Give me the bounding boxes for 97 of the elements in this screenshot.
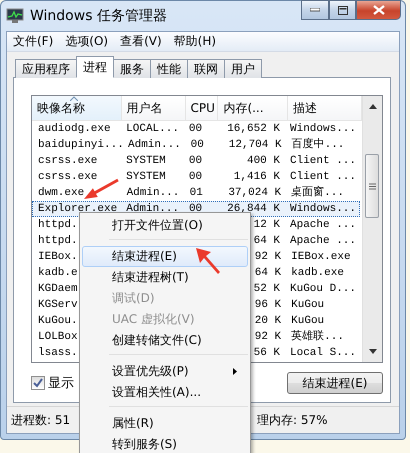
table-cell: Explorer.exe xyxy=(38,203,118,215)
status-text: 理内存: 57% xyxy=(257,412,329,428)
table-cell: SYSTEM xyxy=(126,171,166,183)
column-header[interactable]: CPU xyxy=(186,96,218,120)
scroll-down-icon[interactable] xyxy=(368,349,376,354)
table-cell: 00 xyxy=(188,171,202,183)
table-cell: audiodg.exe xyxy=(38,123,111,135)
menu-item[interactable]: 查看(V) xyxy=(120,33,162,50)
table-cell: Windows... xyxy=(290,203,356,215)
checkbox[interactable] xyxy=(31,376,45,390)
maximize-icon xyxy=(338,6,348,14)
table-cell: dwm.exe xyxy=(38,187,84,199)
menu-item[interactable]: 打开文件位置(O) xyxy=(82,215,248,236)
table-cell: 56 K xyxy=(254,347,280,359)
tab[interactable]: 联网 xyxy=(187,59,225,78)
table-cell: 92 K xyxy=(254,331,282,343)
table-cell: 26,844 K xyxy=(227,203,280,215)
menu-item[interactable]: 帮助(H) xyxy=(174,33,216,50)
window-title: Windows 任务管理器 xyxy=(30,7,167,25)
table-cell: SYSTEM xyxy=(126,155,166,167)
table-cell: Admin... xyxy=(126,187,180,199)
table-cell: 64 K xyxy=(254,267,282,279)
table-cell: 00 xyxy=(188,123,202,135)
checkbox-label: 显示 xyxy=(48,375,74,392)
close-icon xyxy=(372,5,384,15)
table-cell: 12,704 K xyxy=(228,139,282,151)
table-cell: 12 K xyxy=(254,219,280,231)
table-cell: Local S... xyxy=(290,347,356,359)
menu-item[interactable]: 结束进程树(T) xyxy=(82,267,248,288)
close-button[interactable] xyxy=(356,0,401,20)
table-row[interactable]: dwm.exe Admin... 01 37,024 K 桌面窗... xyxy=(32,185,360,201)
arrow-annotation xyxy=(196,248,220,274)
table-cell: 00 xyxy=(190,139,204,151)
table-cell: Admin... xyxy=(128,139,181,151)
table-cell: KuGou xyxy=(291,299,324,311)
menu-item[interactable]: 设置相关性(A)... xyxy=(82,382,248,403)
menu-item[interactable]: 文件(F) xyxy=(13,33,54,50)
tab[interactable]: 性能 xyxy=(150,59,188,78)
table-cell: KGDaem xyxy=(38,283,78,295)
scroll-thumb[interactable] xyxy=(365,154,379,218)
table-cell: 96 K xyxy=(254,299,282,311)
table-cell: Apache ... xyxy=(290,235,356,247)
column-header[interactable]: 内存(... xyxy=(218,96,288,120)
table-row[interactable]: audiodg.exe LOCAL... 00 16,652 K Windows... xyxy=(32,121,360,137)
table-cell: Client ... xyxy=(290,171,356,183)
table-cell: 百度中... xyxy=(292,139,344,151)
table-cell: 1,416 K xyxy=(234,171,280,183)
arrow-annotation xyxy=(84,178,119,199)
menu-item[interactable]: 创建转储文件(C) xyxy=(82,330,248,351)
tab[interactable]: 应用程序 xyxy=(15,59,77,78)
table-cell: Admin... xyxy=(126,203,180,215)
table-cell: 52 K xyxy=(254,283,280,295)
table-cell: 00 xyxy=(188,203,202,215)
table-cell: 20 K xyxy=(254,315,282,327)
table-cell: 01 xyxy=(190,187,203,199)
table-cell: csrss.exe xyxy=(38,155,98,167)
table-cell: lsass. xyxy=(38,347,78,359)
table-cell: KuGou D... xyxy=(290,283,356,295)
table-cell: 400 K xyxy=(246,155,280,167)
minimize-icon xyxy=(310,8,320,12)
table-cell: 桌面窗... xyxy=(291,187,344,199)
table-cell: 64 K xyxy=(254,235,280,247)
table-cell: LOCAL... xyxy=(126,123,179,135)
column-header[interactable]: 用户名 xyxy=(122,96,186,120)
table-cell: Windows... xyxy=(290,123,356,135)
menu-item[interactable]: 选项(O) xyxy=(65,33,108,50)
table-cell: KuGou xyxy=(291,315,324,327)
menu-item[interactable]: 设置优先级(P) xyxy=(82,361,248,382)
end-process-button[interactable]: 结束进程(E) xyxy=(287,372,383,394)
table-cell: 00 xyxy=(188,155,202,167)
column-header[interactable]: 映像名称 xyxy=(32,96,122,120)
table-cell: 16,652 K xyxy=(227,123,280,135)
table-row[interactable]: baidupinyi... Admin... 00 12,704 K 百度中... xyxy=(32,137,360,153)
minimize-button[interactable] xyxy=(301,0,329,20)
scroll-up-icon[interactable] xyxy=(368,104,376,109)
tab[interactable]: 服务 xyxy=(113,59,151,78)
table-cell: Client ... xyxy=(290,155,356,167)
monitor-icon xyxy=(6,8,24,24)
tab[interactable]: 进程 xyxy=(76,56,114,78)
table-cell: csrss.exe xyxy=(38,171,98,183)
table-row[interactable]: csrss.exe SYSTEM 00 1,416 K Client ... xyxy=(32,169,360,185)
table-cell: 92 K xyxy=(254,251,282,263)
table-cell: IEBox.exe xyxy=(291,251,351,263)
maximize-button[interactable] xyxy=(329,0,356,20)
menu-item[interactable]: 转到服务(S) xyxy=(82,434,248,453)
tab[interactable]: 用户 xyxy=(224,59,262,78)
table-cell: 英雄联... xyxy=(291,331,344,343)
table-cell: baidupinyi... xyxy=(38,139,124,151)
table-cell: kadb.exe xyxy=(291,267,344,279)
table-cell: httpd. xyxy=(38,235,78,247)
column-header[interactable]: 描述 xyxy=(288,96,362,120)
menu-item[interactable]: 结束进程(E) xyxy=(82,246,248,267)
table-cell: Apache ... xyxy=(290,219,356,231)
scrollbar[interactable] xyxy=(362,96,382,362)
table-cell: 37,024 K xyxy=(228,187,282,199)
table-row[interactable]: csrss.exe SYSTEM 00 400 K Client ... xyxy=(32,153,360,169)
sort-icon xyxy=(70,96,78,101)
